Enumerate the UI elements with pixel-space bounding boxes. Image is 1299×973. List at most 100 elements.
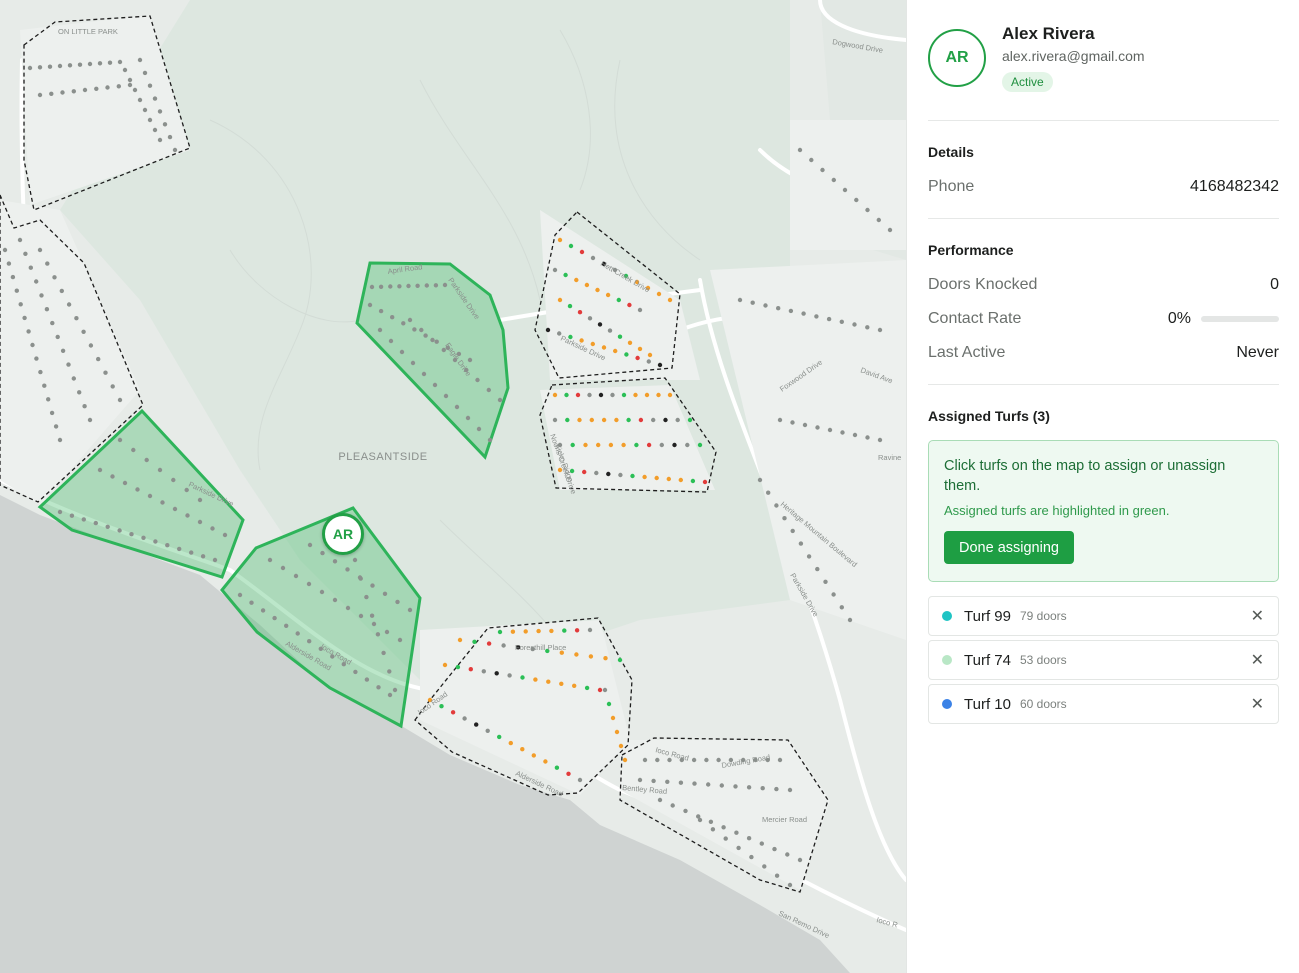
house-dot [37,65,43,70]
house-dot [757,477,763,483]
turf-map[interactable]: PLEASANTSIDE ON LITTLE PARK Dogwood Drive… [0,0,906,973]
turf-color-dot [942,655,952,665]
house-dot [579,249,585,255]
house-dot [597,687,603,693]
street-label: Foresthill Place [515,643,566,652]
house-dot [831,592,836,597]
house-dot [603,656,608,661]
house-dot [81,517,87,522]
house-dot [14,288,19,293]
house-dot [369,613,375,618]
doors-knocked-label: Doors Knocked [928,276,1038,293]
map-canvas[interactable]: PLEASANTSIDE ON LITTLE PARKDogwood Drive… [0,0,906,973]
turf-color-dot [942,611,952,621]
assign-hint: Assigned turfs are highlighted in green. [944,503,1170,518]
house-dot [763,303,768,308]
house-dot [670,803,675,808]
house-dot [397,284,402,289]
house-dot [122,480,128,486]
house-dot [200,554,206,559]
house-dot [785,852,790,857]
close-icon[interactable]: ✕ [1251,606,1264,626]
house-dot [622,757,628,763]
house-dot [566,771,571,776]
house-dot [97,61,103,66]
house-dot [197,497,203,503]
house-dot [574,628,580,633]
house-dot [406,283,411,289]
house-dot [116,84,122,89]
phone-row: Phone 4168482342 [928,170,1279,204]
house-dot [424,283,429,288]
done-assigning-button[interactable]: Done assigning [944,531,1074,564]
house-dot [421,371,427,377]
house-dot [26,329,31,334]
house-dot [103,370,108,375]
details-title: Details [928,144,974,160]
canvasser-location-marker[interactable]: AR [322,513,364,555]
house-dot [646,359,651,364]
house-dot [719,783,724,788]
house-dot [685,442,690,448]
house-dot [162,122,168,127]
house-dot [468,667,473,672]
turf-list-item[interactable]: Turf 74 53 doors ✕ [928,640,1279,680]
turf-list-item[interactable]: Turf 10 60 doors ✕ [928,684,1279,724]
house-dot [27,65,33,71]
house-dot [167,134,173,140]
house-dot [46,397,51,402]
house-dot [820,167,825,173]
house-dot [865,435,870,440]
house-dot [189,550,194,555]
house-dot [249,600,254,605]
house-dot [457,637,463,643]
house-dot [222,532,228,538]
house-dot [185,513,190,518]
house-dot [358,613,364,619]
doors-knocked-value: 0 [1270,276,1279,293]
house-dot [165,543,170,548]
house-dot [37,247,43,253]
street-label: Mercier Road [762,815,807,824]
house-dot [672,442,677,448]
house-dot [847,617,853,623]
house-dot [552,267,558,273]
house-dot [801,311,806,316]
house-dot [260,608,266,613]
house-dot [809,157,814,163]
house-dot [419,327,424,333]
house-dot [708,819,714,824]
house-dot [734,830,739,835]
last-active-value: Never [1236,344,1279,361]
house-dot [596,442,601,448]
house-dot [760,786,765,791]
house-dot [597,322,603,327]
house-dot [562,628,567,633]
house-dot [665,779,670,784]
house-dot [520,747,525,752]
house-dot [197,519,203,525]
house-dot [485,728,490,733]
house-dot [177,546,182,552]
house-dot [369,284,375,290]
house-dot [42,383,47,388]
house-dot [71,376,77,381]
house-dot [827,427,833,433]
house-dot [568,243,574,249]
house-dot [614,417,619,423]
house-dot [647,352,653,358]
house-dot [501,643,506,648]
close-icon[interactable]: ✕ [1251,650,1264,670]
turf-list-item[interactable]: Turf 99 79 doors ✕ [928,596,1279,636]
house-dot [865,325,870,330]
house-dot [831,177,836,183]
house-dot [531,753,536,758]
house-dot [655,757,660,763]
house-dot [57,509,63,515]
house-dot [750,300,755,305]
house-dot [67,63,73,68]
close-icon[interactable]: ✕ [1251,694,1264,714]
assigned-turfs-section: Assigned Turfs (3) Click turfs on the ma… [928,385,1279,724]
house-dot [358,576,363,581]
house-dot [306,581,312,587]
